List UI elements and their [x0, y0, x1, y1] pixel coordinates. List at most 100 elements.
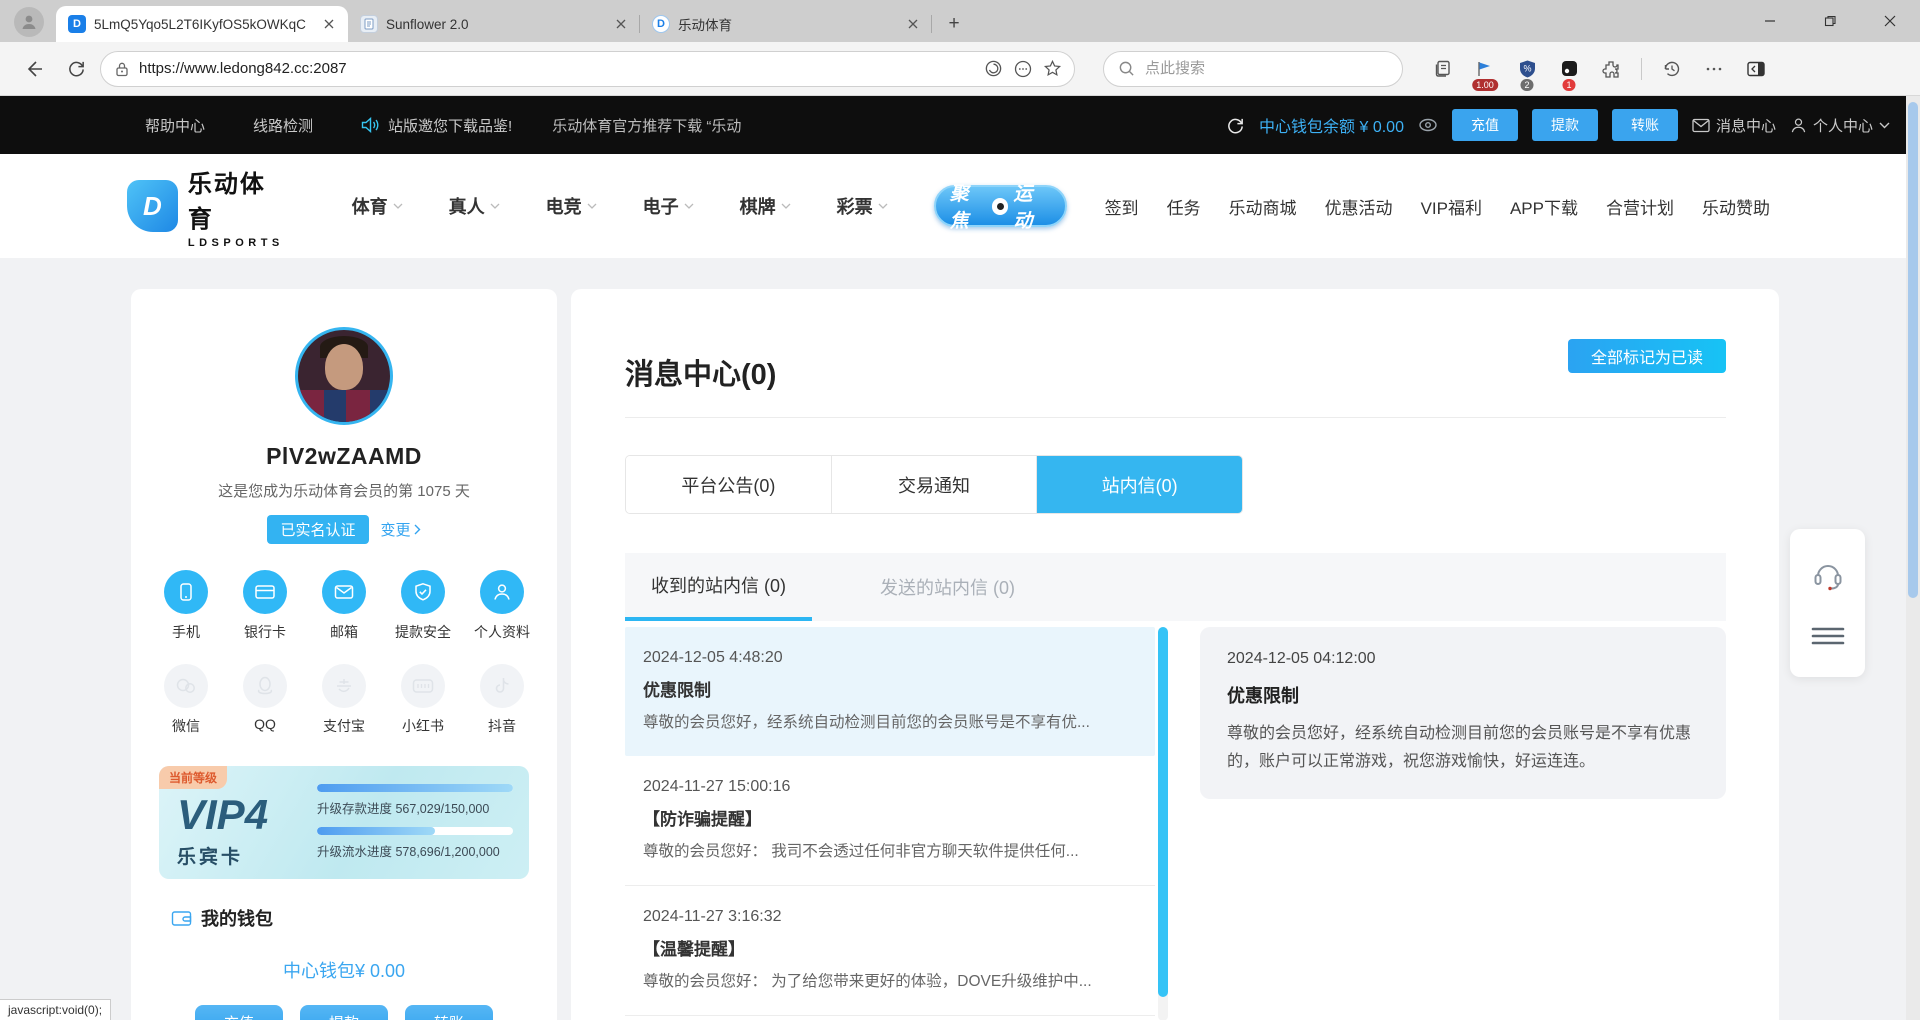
page-scrollbar[interactable] [1906, 96, 1920, 1020]
tab-platform-announcements[interactable]: 平台公告(0) [626, 456, 832, 513]
security-item-withdraw-safety[interactable]: 提款安全 [397, 570, 449, 642]
maximize-button[interactable] [1800, 0, 1860, 42]
page-action-swirl-icon[interactable] [984, 59, 1003, 78]
tab-site-mail[interactable]: 站内信(0) [1037, 456, 1242, 513]
social-item-wechat[interactable]: 微信 [160, 664, 212, 736]
browser-tab-1[interactable]: D 5LmQ5Yqo5L2T6IKyfOS5kOWKqC [56, 6, 348, 42]
person-icon [1790, 117, 1807, 134]
address-bar[interactable] [100, 51, 1075, 87]
mark-all-read-button[interactable]: 全部标记为已读 [1568, 339, 1726, 373]
social-item-alipay[interactable]: 支付宝 [318, 664, 370, 736]
dark-extension-icon[interactable]: 1 [1551, 51, 1587, 87]
wallet-transfer-button[interactable]: 转账 [405, 1005, 493, 1020]
message-list: 2024-12-05 4:48:20 优惠限制 尊敬的会员您好，经系统自动检测目… [625, 627, 1155, 1020]
url-input[interactable] [139, 60, 974, 77]
change-link[interactable]: 变更 [381, 519, 421, 540]
toolbar-divider [1641, 58, 1642, 80]
scrollbar-thumb[interactable] [1158, 627, 1168, 997]
message-list-item[interactable]: 2024-11-25 13:14:01 [625, 1016, 1155, 1020]
security-item-phone[interactable]: 手机 [160, 570, 212, 642]
vip-level-card[interactable]: 当前等级 VIP4 乐宾卡 升级存款进度 567,029/150,000 升级流… [159, 766, 529, 879]
member-days-text: 这是您成为乐动体育会员的第 1075 天 [131, 480, 557, 501]
line-check-link[interactable]: 线路检测 [253, 115, 313, 136]
subtab-received-mail[interactable]: 收到的站内信 (0) [625, 553, 812, 621]
nav-link-app[interactable]: APP下载 [1510, 194, 1578, 219]
back-icon[interactable] [16, 51, 52, 87]
nav-menu-live[interactable]: 真人 [449, 193, 500, 219]
wechat-icon [164, 664, 208, 708]
message-list-item[interactable]: 2024-11-27 3:16:32 【温馨提醒】 尊敬的会员您好： 为了给您带… [625, 886, 1155, 1016]
page-scrollbar-thumb[interactable] [1908, 102, 1918, 598]
shield-extension-icon[interactable]: %2 [1509, 51, 1545, 87]
nav-menu-slots[interactable]: 电子 [643, 193, 694, 219]
help-center-link[interactable]: 帮助中心 [145, 115, 205, 136]
topbar-transfer-button[interactable]: 转账 [1612, 109, 1678, 141]
topbar-withdraw-button[interactable]: 提款 [1532, 109, 1598, 141]
flag-extension-icon[interactable]: 1.00 [1467, 51, 1503, 87]
search-input[interactable] [1145, 60, 1388, 77]
wallet-recharge-button[interactable]: 充值 [195, 1005, 283, 1020]
chevron-down-icon [490, 203, 500, 209]
subtab-sent-mail[interactable]: 发送的站内信 (0) [854, 553, 1041, 621]
menu-hamburger-icon[interactable] [1811, 626, 1845, 646]
browser-profile-avatar[interactable] [14, 7, 44, 37]
nav-menu-esports[interactable]: 电竞 [546, 193, 597, 219]
nav-link-tasks[interactable]: 任务 [1167, 194, 1201, 219]
refresh-balance-icon[interactable] [1226, 116, 1245, 135]
nav-link-mall[interactable]: 乐动商城 [1229, 194, 1297, 219]
search-box[interactable] [1103, 51, 1403, 87]
message-list-scrollbar[interactable] [1158, 627, 1168, 1020]
security-item-profile[interactable]: 个人资料 [476, 570, 528, 642]
browser-titlebar: D 5LmQ5Yqo5L2T6IKyfOS5kOWKqC Sunflower 2… [0, 0, 1920, 42]
page-title: 消息中心(0) [625, 351, 776, 393]
tab3-close-icon[interactable] [904, 15, 922, 33]
collections-icon[interactable] [1425, 51, 1461, 87]
social-item-douyin[interactable]: 抖音 [476, 664, 528, 736]
turnover-progress-label: 升级流水进度 578,696/1,200,000 [317, 841, 513, 860]
customer-service-headset-icon[interactable] [1811, 560, 1845, 592]
sidebar-toggle-icon[interactable] [1738, 51, 1774, 87]
focus-sports-badge[interactable]: 聚焦运动 [934, 185, 1067, 227]
nav-link-promos[interactable]: 优惠活动 [1325, 194, 1393, 219]
nav-link-vip[interactable]: VIP福利 [1421, 194, 1482, 219]
tab-transaction-notices[interactable]: 交易通知 [832, 456, 1038, 513]
social-item-qq[interactable]: QQ [239, 664, 291, 736]
minimize-button[interactable] [1740, 0, 1800, 42]
eye-icon[interactable] [1418, 117, 1438, 133]
douyin-icon [480, 664, 524, 708]
chevron-down-icon [393, 203, 403, 209]
nav-menu-lottery[interactable]: 彩票 [837, 193, 888, 219]
tab1-title: 5LmQ5Yqo5L2T6IKyfOS5kOWKqC [94, 17, 312, 32]
browser-tab-2[interactable]: Sunflower 2.0 [348, 6, 640, 42]
close-window-button[interactable] [1860, 0, 1920, 42]
personal-center-link[interactable]: 个人中心 [1790, 115, 1890, 136]
nav-link-checkin[interactable]: 签到 [1105, 194, 1139, 219]
message-list-item[interactable]: 2024-11-27 15:00:16 【防诈骗提醒】 尊敬的会员您好： 我司不… [625, 756, 1155, 886]
wallet-withdraw-button[interactable]: 提款 [300, 1005, 388, 1020]
nav-menu-chess[interactable]: 棋牌 [740, 193, 791, 219]
envelope-icon [1692, 118, 1710, 133]
tab1-close-icon[interactable] [320, 15, 338, 33]
settings-menu-icon[interactable] [1696, 51, 1732, 87]
tab2-close-icon[interactable] [612, 15, 630, 33]
history-icon[interactable] [1654, 51, 1690, 87]
security-item-bankcard[interactable]: 银行卡 [239, 570, 291, 642]
favorite-star-icon[interactable] [1043, 59, 1062, 78]
browser-toolbar: 1.00 %2 1 [0, 42, 1920, 96]
social-item-xiaohongshu[interactable]: 小红书 [397, 664, 449, 736]
nav-link-affiliate[interactable]: 合营计划 [1606, 194, 1674, 219]
site-logo[interactable]: D 乐动体育 LDSPORTS [127, 164, 290, 249]
nav-link-sponsor[interactable]: 乐动赞助 [1702, 194, 1770, 219]
topbar-recharge-button[interactable]: 充值 [1452, 109, 1518, 141]
message-list-item[interactable]: 2024-12-05 4:48:20 优惠限制 尊敬的会员您好，经系统自动检测目… [625, 627, 1155, 756]
extensions-puzzle-icon[interactable] [1593, 51, 1629, 87]
message-center-link[interactable]: 消息中心 [1692, 115, 1776, 136]
download-invite-text[interactable]: 站版邀您下载品鉴! [388, 115, 512, 136]
refresh-icon[interactable] [58, 51, 94, 87]
user-avatar[interactable] [295, 327, 393, 425]
new-tab-button[interactable]: + [940, 10, 968, 38]
security-item-email[interactable]: 邮箱 [318, 570, 370, 642]
more-actions-icon[interactable] [1013, 59, 1033, 79]
nav-menu-sports[interactable]: 体育 [352, 193, 403, 219]
browser-tab-3[interactable]: D 乐动体育 [640, 6, 932, 42]
